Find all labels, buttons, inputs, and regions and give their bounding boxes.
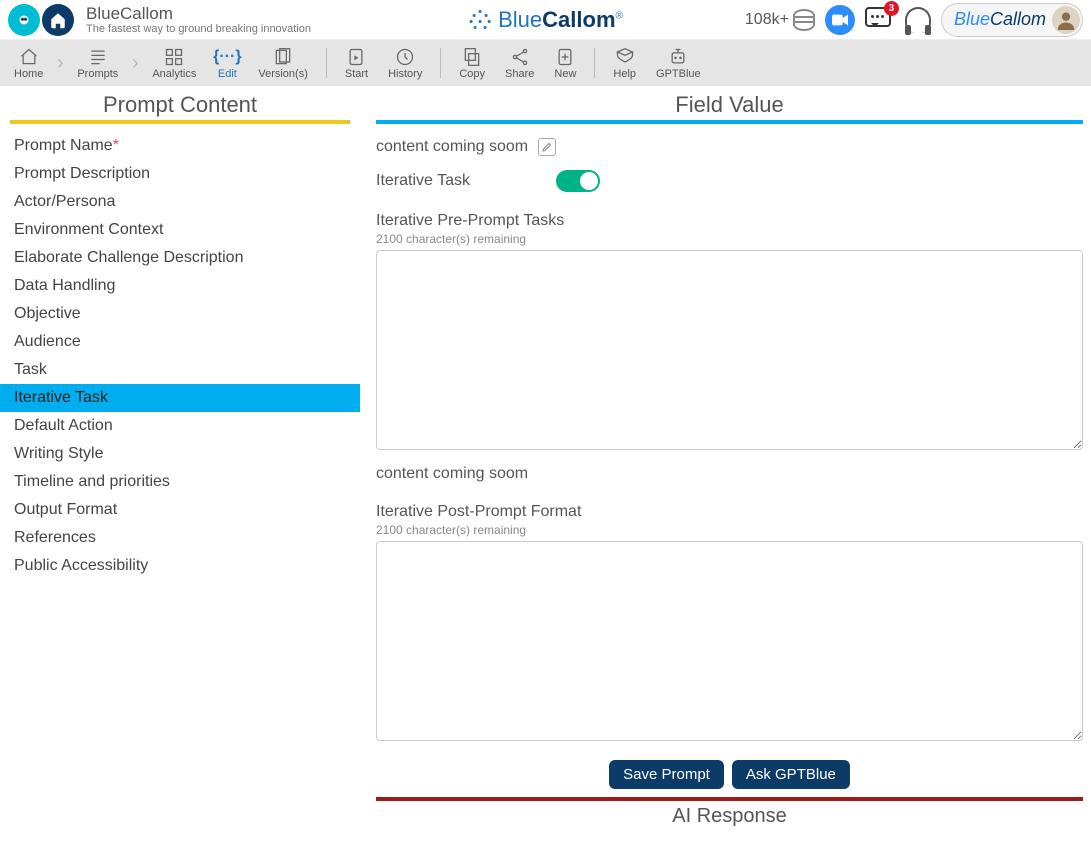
iterative-task-label: Iterative Task [376,172,546,190]
field-item-iterative-task[interactable]: Iterative Task [0,384,360,412]
new-doc-icon [554,46,576,68]
copy-icon [461,46,483,68]
database-icon [793,9,815,31]
toolbar-share[interactable]: Share [495,44,544,82]
field-value-title: Field Value [376,90,1083,124]
prompt-content-column: Prompt Content Prompt Name*Prompt Descri… [0,86,360,848]
main-area: Prompt Content Prompt Name*Prompt Descri… [0,86,1091,848]
center-logo-text: BlueCallom® [498,7,623,33]
toolbar-separator [326,48,327,78]
toolbar-start[interactable]: Start [335,44,378,82]
versions-icon [272,46,294,68]
required-asterisk: * [113,137,119,154]
clipboard-play-icon [345,46,367,68]
chat-button[interactable]: 3 [865,7,895,33]
post-prompt-label: Iterative Post-Prompt Format [376,503,1083,521]
user-menu[interactable]: BlueCallom [941,3,1083,37]
neuron-counter: 108k+ [745,9,815,31]
share-icon [509,46,531,68]
toolbar-gptblue[interactable]: GPTBlue [646,44,711,82]
top-bar-center-logo: BlueCallom® [468,7,623,33]
field-item-timeline-and-priorities[interactable]: Timeline and priorities [0,468,360,496]
chat-badge: 3 [884,1,899,16]
field-item-prompt-name[interactable]: Prompt Name* [0,132,360,160]
robot-icon [667,46,689,68]
content-coming-soon-1: content coming soom [376,138,528,156]
history-icon [394,46,416,68]
brand-block: BlueCallom The fastest way to ground bre… [86,4,311,35]
prompt-content-title: Prompt Content [10,90,350,124]
field-list: Prompt Name*Prompt DescriptionActor/Pers… [0,124,360,588]
grid-icon [163,46,185,68]
ai-response-title: AI Response [376,797,1083,828]
post-prompt-textarea[interactable] [376,541,1083,741]
field-item-default-action[interactable]: Default Action [0,412,360,440]
toolbar-versions[interactable]: Version(s) [248,44,318,82]
support-headset-icon[interactable] [905,7,931,33]
video-call-button[interactable] [825,5,855,35]
field-item-prompt-description[interactable]: Prompt Description [0,160,360,188]
toolbar-separator [440,48,441,78]
field-item-data-handling[interactable]: Data Handling [0,272,360,300]
save-prompt-button[interactable]: Save Prompt [609,760,724,789]
toolbar-history[interactable]: History [378,44,432,82]
toolbar-new[interactable]: New [544,44,586,82]
field-item-audience[interactable]: Audience [0,328,360,356]
chevron-right-icon: › [53,43,67,83]
edit-pencil-icon[interactable] [538,138,556,156]
top-bar-left: BlueCallom The fastest way to ground bre… [8,4,311,36]
field-item-elaborate-challenge-description[interactable]: Elaborate Challenge Description [0,244,360,272]
home-avatar-icon[interactable] [42,4,74,36]
user-avatar-icon [1052,6,1080,34]
post-chars-remaining: 2100 character(s) remaining [376,523,1083,537]
chevron-right-icon: › [128,43,142,83]
toolbar-home[interactable]: Home [4,44,53,82]
field-item-references[interactable]: References [0,524,360,552]
home-icon [18,46,40,68]
brand-subtitle: The fastest way to ground breaking innov… [86,23,311,35]
field-item-task[interactable]: Task [0,356,360,384]
field-item-public-accessibility[interactable]: Public Accessibility [0,552,360,580]
top-bar: BlueCallom The fastest way to ground bre… [0,0,1091,40]
pre-prompt-label: Iterative Pre-Prompt Tasks [376,212,1083,230]
toolbar-prompts[interactable]: Prompts [67,44,128,82]
field-item-environment-context[interactable]: Environment Context [0,216,360,244]
list-icon [87,46,109,68]
ask-gptblue-button[interactable]: Ask GPTBlue [732,760,850,789]
app-avatar-icon[interactable] [8,4,40,36]
iterative-task-toggle[interactable] [556,170,600,192]
toolbar-help[interactable]: Help [603,44,646,82]
top-bar-right: 108k+ 3 BlueCallom [745,3,1083,37]
toolbar-copy[interactable]: Copy [449,44,495,82]
logo-dots-icon [468,8,492,32]
brand-title: BlueCallom [86,4,311,24]
help-icon [614,46,636,68]
field-item-output-format[interactable]: Output Format [0,496,360,524]
toolbar-separator [594,48,595,78]
toolbar-analytics[interactable]: Analytics [142,44,206,82]
edit-braces-icon: {···} [216,46,238,68]
pre-prompt-textarea[interactable] [376,250,1083,450]
neuron-count: 108k+ [745,11,789,29]
field-item-objective[interactable]: Objective [0,300,360,328]
field-item-actor-persona[interactable]: Actor/Persona [0,188,360,216]
field-value-column: Field Value content coming soom Iterativ… [360,86,1091,848]
content-coming-soon-2: content coming soom [376,465,1083,483]
toolbar-edit[interactable]: {···} Edit [206,44,248,82]
pre-chars-remaining: 2100 character(s) remaining [376,232,1083,246]
field-item-writing-style[interactable]: Writing Style [0,440,360,468]
toolbar: Home › Prompts › Analytics {···} Edit Ve… [0,40,1091,86]
